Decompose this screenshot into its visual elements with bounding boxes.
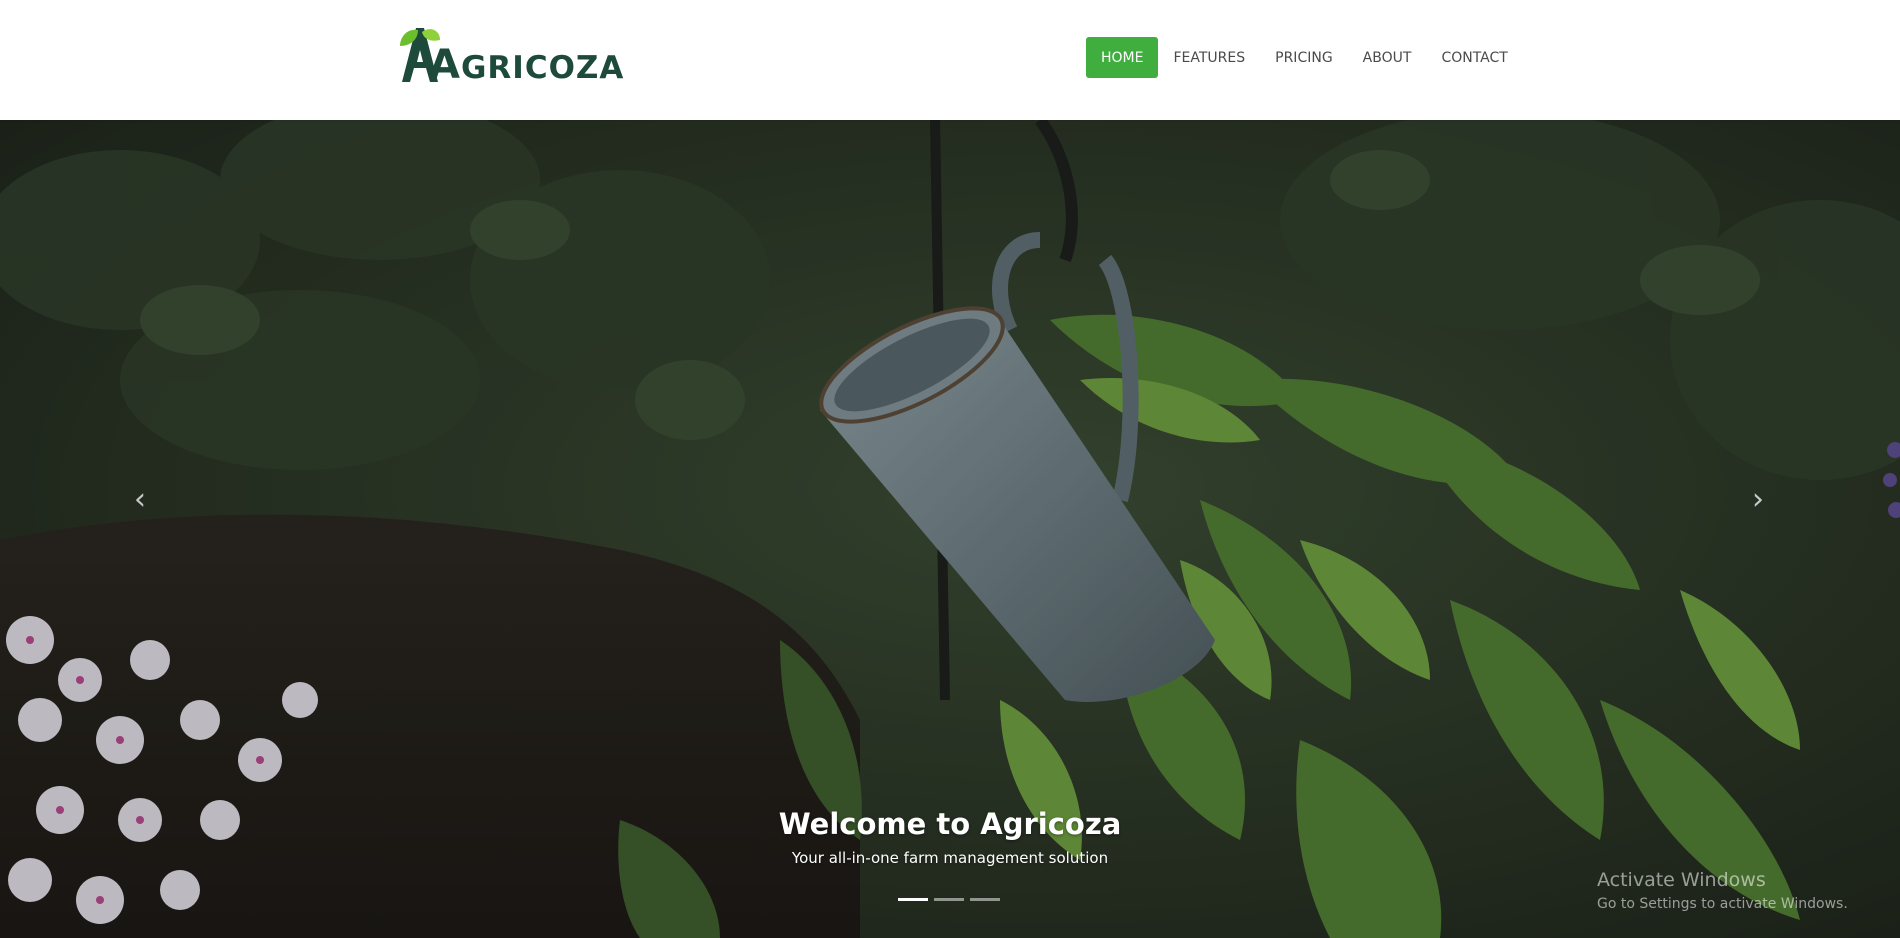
carousel-caption: Welcome to Agricoza Your all-in-one farm…: [700, 806, 1200, 868]
nav-features[interactable]: FEATURES: [1158, 37, 1260, 78]
caption-subtitle: Your all-in-one farm management solution: [791, 849, 1109, 867]
nav-contact[interactable]: CONTACT: [1426, 37, 1522, 78]
brand-initial: A: [429, 42, 461, 88]
main-nav: HOME FEATURES PRICING ABOUT CONTACT: [1086, 37, 1523, 78]
caption-title: Welcome to Agricoza: [778, 807, 1122, 841]
agricoza-logo[interactable]: AGRICOZA: [398, 22, 623, 88]
chevron-left-icon[interactable]: ‹: [120, 480, 160, 520]
windows-activation-watermark: Activate Windows Go to Settings to activ…: [1597, 868, 1848, 914]
brand-rest: GRICOZA: [460, 50, 625, 86]
hero-carousel: ‹ › Welcome to Agricoza Your all-in-one …: [0, 120, 1900, 938]
site-header: AGRICOZA HOME FEATURES PRICING ABOUT CON…: [0, 0, 1900, 120]
nav-home[interactable]: HOME: [1086, 37, 1159, 78]
watermark-subtitle: Go to Settings to activate Windows.: [1597, 896, 1848, 912]
carousel-indicators: [898, 898, 1000, 901]
indicator-slide-1[interactable]: [898, 898, 928, 901]
chevron-right-icon[interactable]: ›: [1738, 480, 1778, 520]
nav-pricing[interactable]: PRICING: [1260, 37, 1348, 78]
brand-name: AGRICOZA: [429, 42, 624, 88]
indicator-slide-2[interactable]: [934, 898, 964, 901]
watermark-title: Activate Windows: [1597, 869, 1766, 891]
nav-about[interactable]: ABOUT: [1348, 37, 1427, 78]
indicator-slide-3[interactable]: [970, 898, 1000, 901]
